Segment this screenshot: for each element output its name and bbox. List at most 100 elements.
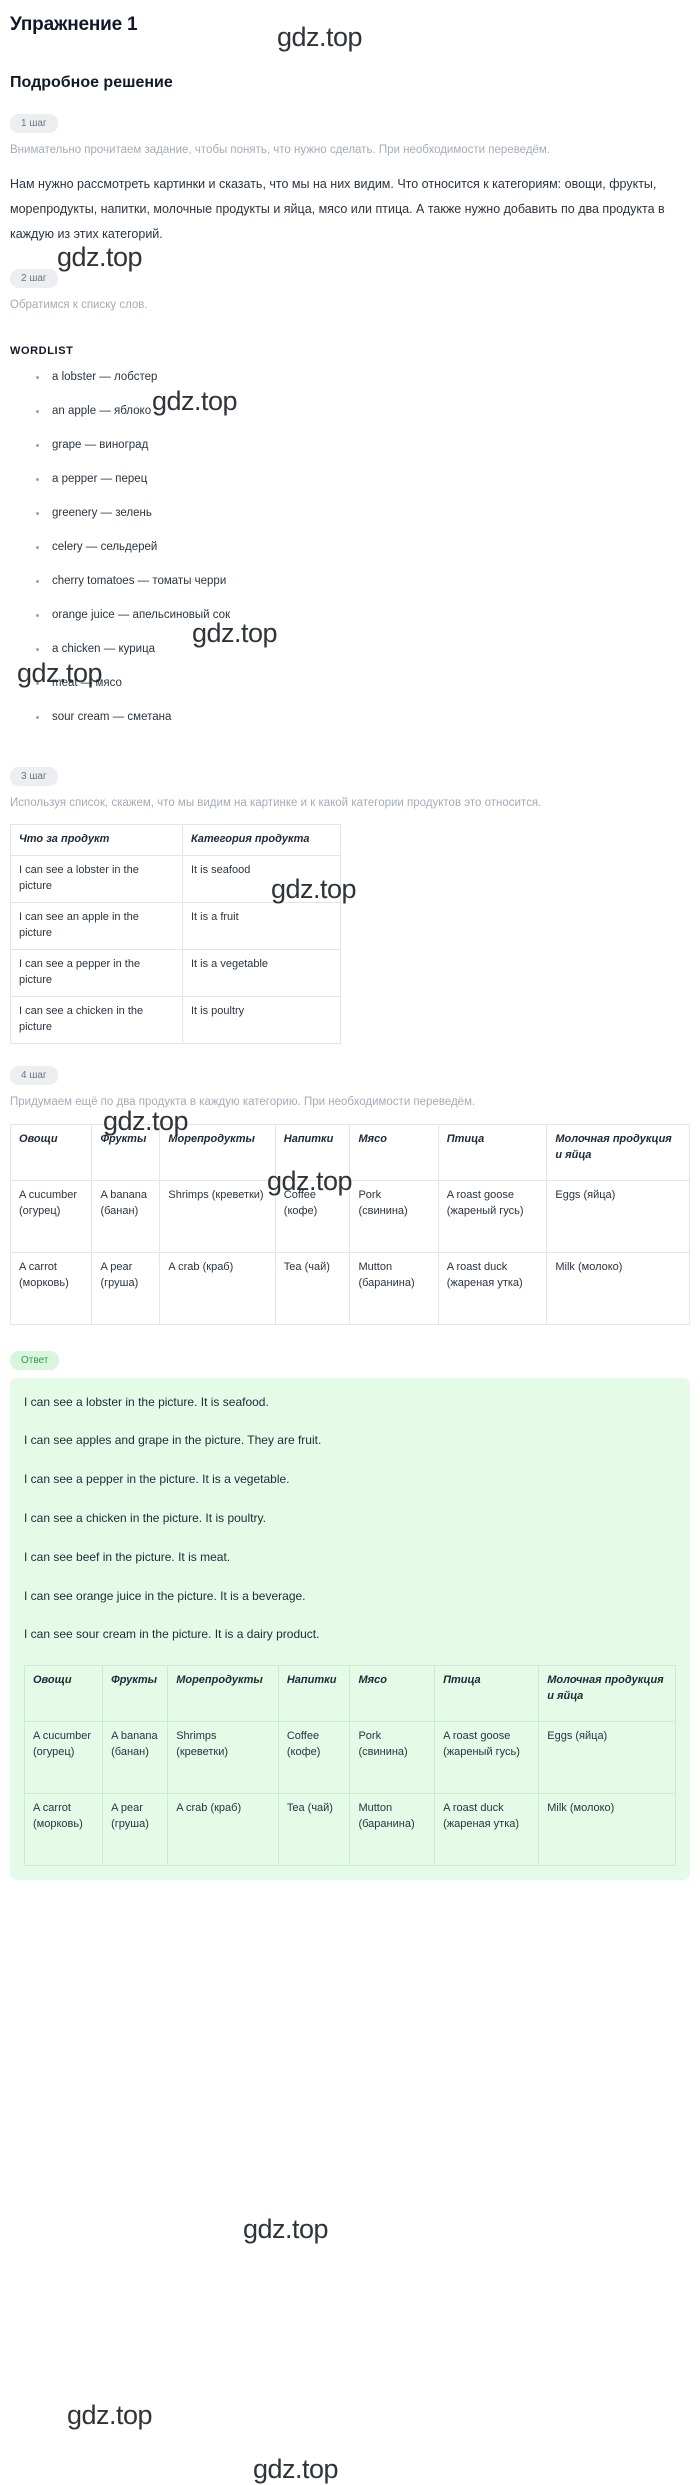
table-cell: A cucumber (огурец) — [9, 1179, 93, 1253]
table-cell: It is a vegetable — [182, 949, 341, 997]
table-cell: It is poultry — [182, 996, 341, 1044]
table-cell: It is a fruit — [182, 902, 341, 951]
table-cell: It is seafood — [182, 855, 341, 904]
table-header-row: Овощи Фрукты Морепродукты Напитки Мясо Птица М… — [23, 1665, 676, 1723]
answer-line: I can see apples and grape in the pictur… — [24, 1433, 322, 1448]
step-1-note: Внимательно прочитаем задание, чтобы пон… — [10, 144, 551, 156]
column-header: Птица — [434, 1665, 540, 1723]
table-cell: Tea (чай) — [277, 1793, 351, 1867]
table-cell: A carrot (морковь) — [9, 1251, 93, 1325]
column-header: Мясо — [349, 1665, 436, 1723]
table-row: A cucumber (огурец) A banana (банан) Shrim… — [23, 1721, 676, 1795]
table-cell: A banana (банан) — [91, 1179, 161, 1253]
step-badge-3: 3 шаг — [10, 766, 58, 786]
table-cell: A roast duck (жареная утка) — [434, 1793, 540, 1867]
table-cell: A roast goose (жареный гусь) — [434, 1721, 540, 1795]
table-cell: I can see a lobster in the picture — [10, 855, 183, 904]
column-header: Что за продукт — [10, 824, 183, 857]
table-cell: A carrot (морковь) — [23, 1793, 104, 1867]
table-header-row: Овощи Фрукты Морепродукты Напитки Мясо Птица М… — [9, 1123, 690, 1181]
column-header: Фрукты — [102, 1665, 169, 1723]
table-cell: Shrimps (креветки) — [167, 1721, 279, 1795]
wordlist-item: sour cream — сметана — [36, 711, 690, 723]
answer-line: I can see sour cream in the picture. It … — [24, 1627, 320, 1642]
table-cell: Coffee (кофе) — [274, 1179, 351, 1253]
table-row: A carrot (морковь) A pear (груша) A crab (… — [23, 1793, 676, 1867]
wordlist-item: a chicken — курица — [36, 643, 690, 655]
table-cell: A roast duck (жареная утка) — [437, 1251, 548, 1325]
table-cell: I can see an apple in the picture — [10, 902, 183, 951]
table-cell: Mutton (баранина) — [349, 1251, 439, 1325]
table-row: I can see a lobster in the picture It is … — [10, 855, 341, 904]
table-cell: A crab (краб) — [159, 1251, 276, 1325]
table-cell: A cucumber (огурец) — [23, 1721, 104, 1795]
table-cell: Mutton (баранина) — [349, 1793, 436, 1867]
table-cell: A crab (краб) — [167, 1793, 279, 1867]
table-cell: Shrimps (креветки) — [159, 1179, 276, 1253]
step-2-note: Обратимся к списку слов. — [10, 298, 148, 311]
column-header: Напитки — [277, 1665, 351, 1723]
answer-line: I can see a pepper in the picture. It is… — [24, 1472, 290, 1487]
step-badge-4: 4 шаг — [10, 1065, 58, 1085]
watermark: gdz.top — [67, 2400, 153, 2430]
column-header: Морепродукты — [159, 1123, 276, 1181]
column-header: Овощи — [23, 1665, 104, 1723]
answer-line: I can see a chicken in the picture. It i… — [24, 1511, 266, 1526]
step-badge-2: 2 шаг — [10, 268, 58, 288]
answer-line: I can see orange juice in the picture. I… — [24, 1588, 306, 1603]
table-cell: Pork (свинина) — [349, 1721, 436, 1795]
wordlist-title: WORDLIST — [10, 344, 74, 357]
table-cell: A roast goose (жареный гусь) — [437, 1179, 548, 1253]
column-header: Мясо — [349, 1123, 439, 1181]
table-row: A carrot (морковь) A pear (груша) A crab (… — [9, 1251, 690, 1325]
answer-badge: Ответ — [10, 1350, 60, 1370]
wordlist: a lobster — лобстер an apple — яблоко grap… — [10, 371, 690, 723]
answer-line: I can see beef in the picture. It is mea… — [24, 1549, 231, 1564]
wordlist-item: an apple — яблоко — [36, 405, 690, 417]
answer-line: I can see a lobster in the picture. It i… — [24, 1394, 269, 1409]
column-header: Морепродукты — [167, 1665, 279, 1723]
column-header: Птица — [437, 1123, 548, 1181]
solution-heading: Подробное решение — [10, 74, 173, 91]
wordlist-item: grape — виноград — [36, 439, 690, 451]
solution-page: Упражнение 1 Подробное решение 1 шаг Вни… — [0, 14, 700, 1890]
wordlist-item: a pepper — перец — [36, 473, 690, 485]
wordlist-item: greenery — зелень — [36, 507, 690, 519]
wordlist-item: celery — сельдерей — [36, 541, 690, 553]
column-header: Фрукты — [91, 1123, 161, 1181]
table-cell: A pear (груша) — [102, 1793, 169, 1867]
table-cell: Milk (молоко) — [538, 1793, 676, 1867]
column-header: Молочная продукция и яйца — [546, 1123, 690, 1181]
step-3-note: Используя список, скажем, что мы видим н… — [10, 796, 542, 809]
step-1-body: Нам нужно рассмотреть картинки и сказать… — [10, 176, 665, 241]
watermark: gdz.top — [243, 2214, 329, 2244]
table-cell: Tea (чай) — [274, 1251, 351, 1325]
answer-lines: I can see a lobster in the picture. It i… — [24, 1394, 676, 1644]
step-badge-1: 1 шаг — [10, 114, 58, 133]
table-cell: Milk (молоко) — [546, 1251, 690, 1325]
wordlist-item: orange juice — апельсиновый сок — [36, 609, 690, 621]
step-4-note: Придумаем ещё по два продукта в каждую к… — [10, 1095, 476, 1108]
table-cell: Coffee (кофе) — [277, 1721, 351, 1795]
table-cell: Pork (свинина) — [349, 1179, 439, 1253]
wordlist-item: a lobster — лобстер — [36, 371, 690, 383]
column-header: Напитки — [274, 1123, 351, 1181]
table-cell: A pear (груша) — [91, 1251, 161, 1325]
product-category-table: Что за продукт Категория продукта I can se… — [10, 824, 341, 1044]
table-row: I can see an apple in the picture It is a… — [10, 902, 341, 951]
table-row: I can see a pepper in the picture It is a… — [10, 949, 341, 997]
page-title: Упражнение 1 — [10, 14, 138, 35]
watermark: gdz.top — [253, 2454, 339, 2484]
wordlist-item: cherry tomatoes — томаты черри — [36, 575, 690, 587]
table-cell: A banana (банан) — [102, 1721, 169, 1795]
column-header: Овощи — [9, 1123, 93, 1181]
table-row: A cucumber (огурец) A banana (банан) Shrim… — [9, 1179, 690, 1253]
table-cell: Eggs (яйца) — [546, 1179, 690, 1253]
table-cell: I can see a chicken in the picture — [10, 996, 183, 1044]
column-header: Молочная продукция и яйца — [538, 1665, 676, 1723]
answer-categories-table: Овощи Фрукты Морепродукты Напитки Мясо Птица М… — [23, 1665, 676, 1867]
table-header-row: Что за продукт Категория продукта — [10, 824, 341, 857]
table-cell: I can see a pepper in the picture — [10, 949, 183, 997]
wordlist-item: meat — мясо — [36, 677, 690, 689]
categories-table: Овощи Фрукты Морепродукты Напитки Мясо Птица М… — [9, 1123, 690, 1325]
